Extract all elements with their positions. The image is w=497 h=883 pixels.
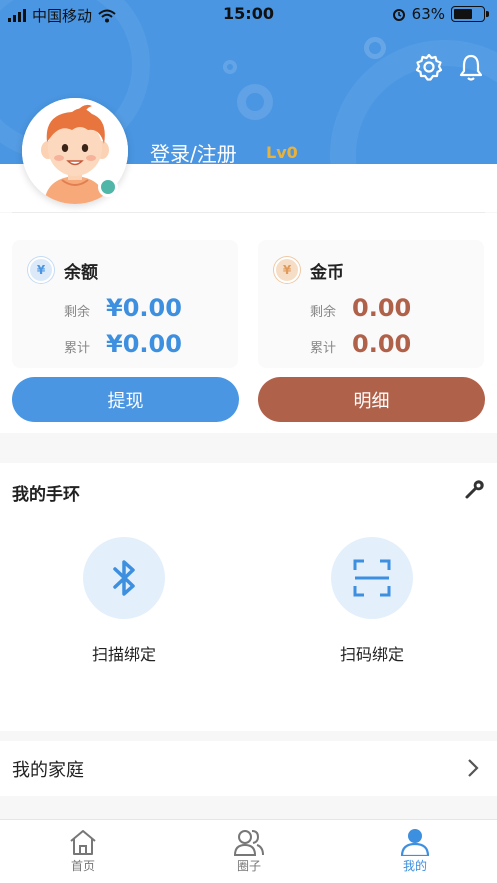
coins-total-value: 0.00 (352, 330, 412, 358)
family-title: 我的家庭 (12, 760, 84, 781)
balance-title: 余额 (64, 263, 98, 283)
family-row[interactable]: 我的家庭 (0, 741, 497, 796)
online-status-dot (98, 177, 118, 197)
bluetooth-icon (113, 560, 135, 596)
alarm-icon (392, 9, 405, 21)
tab-home[interactable]: 首页 (43, 828, 123, 882)
tab-mine[interactable]: 我的 (375, 828, 455, 882)
qr-bind-item[interactable]: 扫码绑定 (297, 537, 447, 667)
users-icon (233, 830, 264, 856)
qr-bind-circle[interactable] (331, 537, 413, 619)
battery-icon (451, 6, 489, 22)
balance-card[interactable]: ¥ 余额 剩余 ¥0.00 累计 ¥0.00 (12, 240, 238, 368)
battery-percent: 63% (411, 5, 445, 23)
bracelet-title: 我的手环 (12, 485, 80, 505)
decor-dot (223, 60, 237, 74)
chevron-right-icon (468, 759, 479, 777)
bracelet-section: 我的手环 扫描绑定 扫码绑定 (0, 463, 497, 731)
tab-circle[interactable]: 圈子 (209, 828, 289, 882)
remaining-label: 剩余 (64, 305, 91, 320)
coins-card[interactable]: ¥ 金币 剩余 0.00 累计 0.00 (258, 240, 484, 368)
decor-dot (364, 37, 386, 59)
status-bar: 中国移动 15:00 63% (0, 0, 497, 30)
bell-icon[interactable] (456, 52, 486, 82)
scan-bind-label: 扫描绑定 (91, 645, 156, 664)
withdraw-button[interactable]: 提现 (12, 377, 239, 422)
gear-icon[interactable] (414, 52, 444, 82)
user-level-badge: Lv0 (266, 143, 298, 162)
battery-level (454, 9, 472, 19)
person-icon (400, 829, 430, 856)
scan-frame-icon (353, 559, 391, 597)
gold-coin-icon: ¥ (274, 257, 300, 283)
status-right: 63% (392, 5, 489, 23)
login-register-link[interactable]: 登录/注册 (150, 138, 237, 167)
total-label: 累计 (310, 341, 337, 356)
coins-remaining-value: 0.00 (352, 294, 412, 322)
decor-dot (237, 84, 273, 120)
tab-circle-label: 圈子 (236, 859, 261, 873)
coins-title: 金币 (310, 263, 344, 283)
qr-bind-label: 扫码绑定 (339, 645, 404, 664)
tab-home-label: 首页 (70, 859, 95, 873)
tab-mine-label: 我的 (402, 859, 427, 873)
balance-remaining-value: ¥0.00 (106, 294, 182, 322)
total-label: 累计 (64, 341, 91, 356)
yuan-coin-icon: ¥ (28, 257, 54, 283)
scan-bind-circle[interactable] (83, 537, 165, 619)
remaining-label: 剩余 (310, 305, 337, 320)
wrench-icon[interactable] (464, 480, 484, 500)
scan-bind-item[interactable]: 扫描绑定 (49, 537, 199, 667)
home-icon (70, 830, 96, 855)
balance-total-value: ¥0.00 (106, 330, 182, 358)
detail-button[interactable]: 明细 (258, 377, 485, 422)
tab-bar: 首页 圈子 我的 (0, 819, 497, 883)
